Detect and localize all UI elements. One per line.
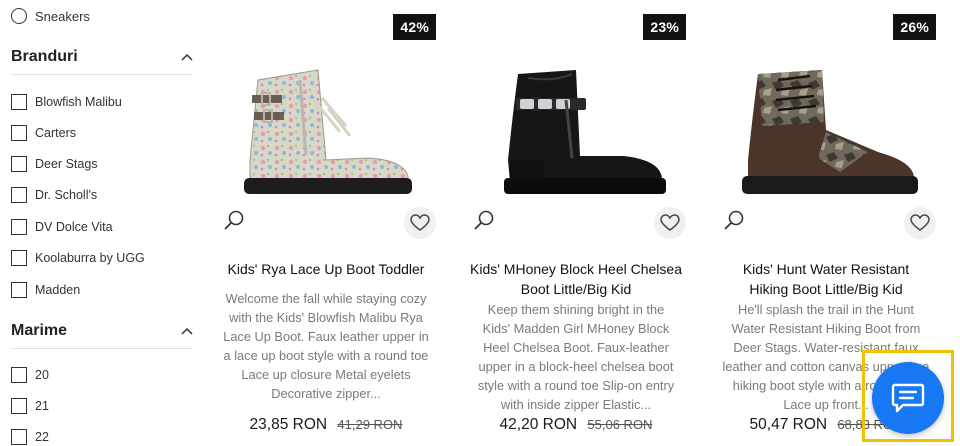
product-image-floral-boot[interactable] xyxy=(218,60,434,200)
description-line: Lace up closure Metal eyelets xyxy=(241,367,411,382)
brand-filter-item[interactable]: Koolaburra by UGG xyxy=(11,250,145,266)
product-title[interactable]: Kids' Rya Lace Up Boot Toddler xyxy=(202,259,450,279)
filter-sidebar: Sneakers Branduri Blowfish Malibu Carter… xyxy=(0,0,200,446)
old-price: 55,06 RON xyxy=(587,417,653,432)
description-line: Decorative zipper... xyxy=(271,386,381,401)
description-line: He'll splash the trail in the Hunt xyxy=(737,302,914,317)
chevron-up-icon[interactable] xyxy=(181,325,193,337)
product-title-line: Kids' Rya Lace Up Boot Toddler xyxy=(227,261,425,277)
zoom-icon[interactable] xyxy=(722,208,746,232)
checkbox[interactable] xyxy=(11,429,27,445)
brand-filter-label: Deer Stags xyxy=(35,157,98,171)
brand-filter-label: Madden xyxy=(35,283,81,297)
discount-badge: 23% xyxy=(643,14,686,40)
brand-filter-item[interactable]: DV Dolce Vita xyxy=(11,219,113,235)
wishlist-heart-icon[interactable] xyxy=(404,207,436,239)
chevron-up-icon[interactable] xyxy=(181,51,193,63)
product-title[interactable]: Kids' MHoney Block Heel Chelsea Boot Lit… xyxy=(452,259,700,299)
brand-filter-label: Koolaburra by UGG xyxy=(35,251,145,265)
size-filter-item[interactable]: 22 xyxy=(11,429,49,445)
checkbox[interactable] xyxy=(11,156,27,172)
checkbox[interactable] xyxy=(11,94,27,110)
brand-filter-item[interactable]: Dr. Scholl's xyxy=(11,187,97,203)
brand-filter-label: Blowfish Malibu xyxy=(35,95,122,109)
description-line: Keep them shining bright in the xyxy=(487,302,665,317)
checkbox[interactable] xyxy=(11,250,27,266)
description-line: Lace Up Boot. Faux leather upper in xyxy=(223,329,429,344)
size-filter-label: 21 xyxy=(35,399,49,413)
description-line: with the Kids' Blowfish Malibu Rya xyxy=(229,310,423,325)
discount-badge: 42% xyxy=(393,14,436,40)
description-line: upper in a block-heel chelsea boot xyxy=(478,359,674,374)
product-description: Welcome the fall while staying cozy with… xyxy=(210,289,442,403)
product-description: Keep them shining bright in the Kids' Ma… xyxy=(460,300,692,414)
size-filter-label: 20 xyxy=(35,368,49,382)
product-image-black-chelsea-boot[interactable] xyxy=(468,60,684,200)
current-price: 23,85 RON xyxy=(249,416,328,433)
filter-sneakers-label: Sneakers xyxy=(35,8,90,24)
size-filter-item[interactable]: 20 xyxy=(11,367,49,383)
description-line: a lace up boot style with a round toe xyxy=(223,348,429,363)
description-line: with inside zipper Elastic... xyxy=(500,397,652,412)
brand-filter-label: Carters xyxy=(35,126,76,140)
checkbox[interactable] xyxy=(11,282,27,298)
old-price: 41,29 RON xyxy=(337,417,403,432)
product-title-line: Boot Little/Big Kid xyxy=(520,281,632,297)
product-title[interactable]: Kids' Hunt Water Resistant Hiking Boot L… xyxy=(702,259,950,299)
brand-filter-item[interactable]: Deer Stags xyxy=(11,156,98,172)
size-filter-label: 22 xyxy=(35,430,49,444)
wishlist-heart-icon[interactable] xyxy=(654,207,686,239)
checkbox[interactable] xyxy=(11,125,27,141)
product-title-line: Hiking Boot Little/Big Kid xyxy=(749,281,903,297)
chat-icon xyxy=(891,383,925,413)
product-title-line: Kids' MHoney Block Heel Chelsea xyxy=(470,261,682,277)
wishlist-heart-icon[interactable] xyxy=(904,207,936,239)
description-line: Water Resistant Hiking Boot from xyxy=(731,321,921,336)
size-filter-item[interactable]: 21 xyxy=(11,398,49,414)
size-section-title: Marime xyxy=(11,322,68,339)
discount-badge: 26% xyxy=(893,14,936,40)
description-line: Kids' Madden Girl MHoney Block xyxy=(482,321,670,336)
brand-filter-item[interactable]: Madden xyxy=(11,282,80,298)
price-row: 23,85 RON 41,29 RON xyxy=(202,416,450,434)
current-price: 42,20 RON xyxy=(499,416,578,433)
product-card[interactable]: 23% Kids' MHoney Block Heel Chelsea Boot… xyxy=(452,0,700,446)
brand-filter-item[interactable]: Carters xyxy=(11,125,76,141)
brands-section-header[interactable]: Branduri xyxy=(11,48,193,75)
product-title-line: Kids' Hunt Water Resistant xyxy=(742,261,910,277)
radio-button[interactable] xyxy=(11,8,27,24)
product-image-camo-hiking-boot[interactable] xyxy=(718,60,934,200)
checkbox[interactable] xyxy=(11,398,27,414)
product-card[interactable]: 42% Kids' Rya Lace Up Boot Toddler Welco… xyxy=(202,0,450,446)
brand-filter-item[interactable]: Blowfish Malibu xyxy=(11,94,122,110)
price-row: 42,20 RON 55,06 RON xyxy=(452,416,700,434)
description-line: style with a round toe Slip-on entry xyxy=(477,378,675,393)
current-price: 50,47 RON xyxy=(749,416,828,433)
brand-filter-label: Dr. Scholl's xyxy=(35,188,98,202)
checkbox[interactable] xyxy=(11,187,27,203)
size-section-header[interactable]: Marime xyxy=(11,322,193,349)
filter-sneakers-option[interactable]: Sneakers xyxy=(11,8,90,24)
zoom-icon[interactable] xyxy=(472,208,496,232)
description-line: Heel Chelsea Boot. Faux-leather xyxy=(483,340,669,355)
brands-section-title: Branduri xyxy=(11,48,78,65)
description-line: Welcome the fall while staying cozy xyxy=(225,291,427,306)
checkbox[interactable] xyxy=(11,367,27,383)
zoom-icon[interactable] xyxy=(222,208,246,232)
brand-filter-label: DV Dolce Vita xyxy=(35,220,113,234)
chat-button[interactable] xyxy=(872,362,944,434)
checkbox[interactable] xyxy=(11,219,27,235)
